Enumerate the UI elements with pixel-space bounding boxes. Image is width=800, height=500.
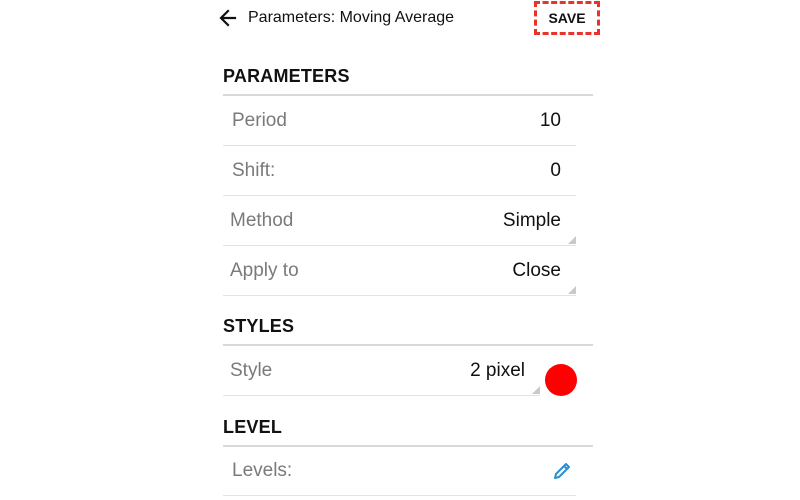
method-value: Simple <box>502 210 561 231</box>
shift-value[interactable]: 0 <box>550 160 561 182</box>
period-value[interactable]: 10 <box>540 110 561 132</box>
apply-to-select[interactable]: Apply to Close <box>223 248 576 296</box>
style-value: 2 pixel <box>470 360 525 381</box>
page-title: Parameters: Moving Average <box>248 9 455 26</box>
section-heading-level: LEVEL <box>223 417 593 447</box>
style-label: Style <box>230 360 273 381</box>
dropdown-indicator-icon <box>532 386 540 394</box>
app-header: Parameters: Moving Average SAVE <box>210 0 610 40</box>
parameters-screen: Parameters: Moving Average SAVE PARAMETE… <box>0 0 800 500</box>
period-field[interactable]: Period 10 <box>223 98 576 146</box>
line-color-swatch[interactable] <box>545 364 577 396</box>
shift-label: Shift: <box>232 160 276 181</box>
section-heading-parameters: PARAMETERS <box>223 66 593 96</box>
apply-to-value: Close <box>512 260 561 281</box>
dropdown-indicator-icon <box>568 236 576 244</box>
style-select[interactable]: Style 2 pixel <box>223 348 540 396</box>
save-button[interactable]: SAVE <box>534 1 600 35</box>
levels-field[interactable]: Levels: <box>223 448 576 496</box>
apply-to-label: Apply to <box>230 260 299 281</box>
method-select[interactable]: Method Simple <box>223 198 576 246</box>
levels-label: Levels: <box>232 460 293 481</box>
method-label: Method <box>230 210 294 231</box>
section-heading-styles: STYLES <box>223 316 593 346</box>
dropdown-indicator-icon <box>568 286 576 294</box>
shift-field[interactable]: Shift: 0 <box>223 148 576 196</box>
arrow-left-icon[interactable] <box>218 8 238 28</box>
period-label: Period <box>232 110 287 131</box>
pencil-icon[interactable] <box>552 461 572 481</box>
